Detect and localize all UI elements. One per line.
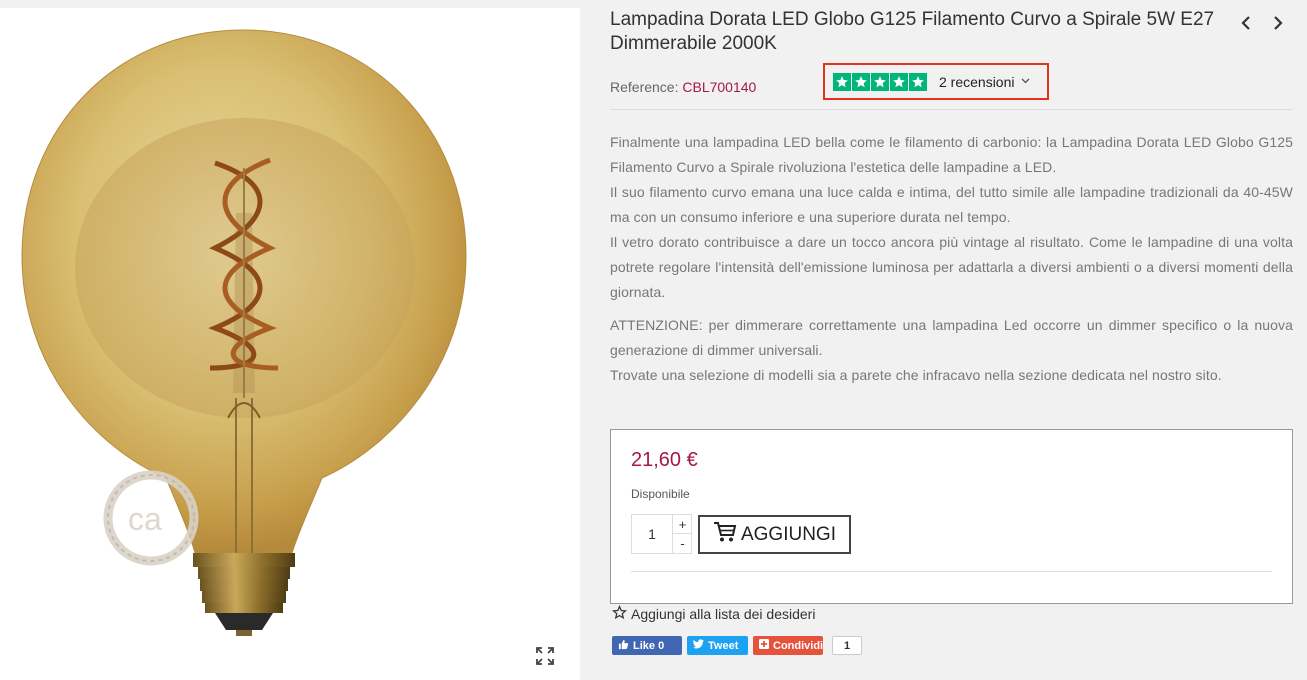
facebook-like-label: Like 0 [633,639,665,652]
reviews-count[interactable]: 2 recensioni [939,74,1015,90]
share-label: Condividi [773,639,824,652]
star-icon [852,72,870,91]
description-text: Il suo filamento curvo emana una luce ca… [610,184,1293,225]
add-to-cart-box: 21,60 € Disponibile + - AGGIUNGI [610,429,1293,604]
wishlist-label: Aggiungi alla lista dei desideri [631,606,816,622]
add-to-wishlist-link[interactable]: Aggiungi alla lista dei desideri [611,605,816,623]
facebook-like-button[interactable]: Like 0 [612,636,682,655]
plus-square-icon [759,639,769,652]
reference-label: Reference: [610,79,679,95]
cart-icon [713,521,737,549]
quantity-decrease-button[interactable]: - [672,534,692,553]
product-image[interactable]: ca [0,8,580,680]
share-button[interactable]: Condividi [753,636,823,655]
reference-value: CBL700140 [682,79,757,95]
description-paragraph: ATTENZIONE: per dimmerare correttamente … [610,313,1293,388]
quantity-input[interactable] [632,515,672,553]
divider [610,109,1293,110]
star-outline-icon [611,605,628,623]
divider [631,571,1272,572]
twitter-bird-icon [693,639,704,652]
next-product-icon[interactable] [1270,13,1286,33]
social-share-bar: Like 0 Tweet Condividi 1 [612,636,862,655]
previous-product-icon[interactable] [1238,13,1254,33]
star-icon [890,72,908,91]
rating-stars [833,72,927,91]
product-image-panel: ca [0,8,580,680]
add-to-cart-label: AGGIUNGI [740,523,836,545]
chevron-down-icon[interactable] [1021,76,1030,87]
thumbs-up-icon [618,639,629,653]
description-text: ATTENZIONE: per dimmerare correttamente … [610,317,1293,358]
twitter-tweet-label: Tweet [708,639,739,652]
watermark-logo: ca [128,501,162,537]
share-count-badge: 1 [832,636,862,655]
quantity-stepper[interactable]: + - [631,514,692,554]
star-icon [871,72,889,91]
product-price: 21,60 € [631,449,698,471]
availability-status: Disponibile [631,487,690,501]
description-text: Finalmente una lampadina LED bella come … [610,134,1293,175]
star-icon [909,72,927,91]
star-icon [833,72,851,91]
twitter-tweet-button[interactable]: Tweet [687,636,748,655]
product-reference: Reference: CBL700140 [610,79,756,95]
product-title: Lampadina Dorata LED Globo G125 Filament… [610,9,1215,54]
fullscreen-icon[interactable] [534,645,556,667]
quantity-increase-button[interactable]: + [672,515,692,534]
add-to-cart-button[interactable]: AGGIUNGI [698,515,851,554]
description-paragraph: Finalmente una lampadina LED bella come … [610,130,1293,305]
reviews-summary[interactable]: 2 recensioni [823,63,1049,100]
product-description: Finalmente una lampadina LED bella come … [610,130,1293,388]
description-text: Il vetro dorato contribuisce a dare un t… [610,234,1293,300]
description-text: Trovate una selezione di modelli sia a p… [610,367,1222,383]
